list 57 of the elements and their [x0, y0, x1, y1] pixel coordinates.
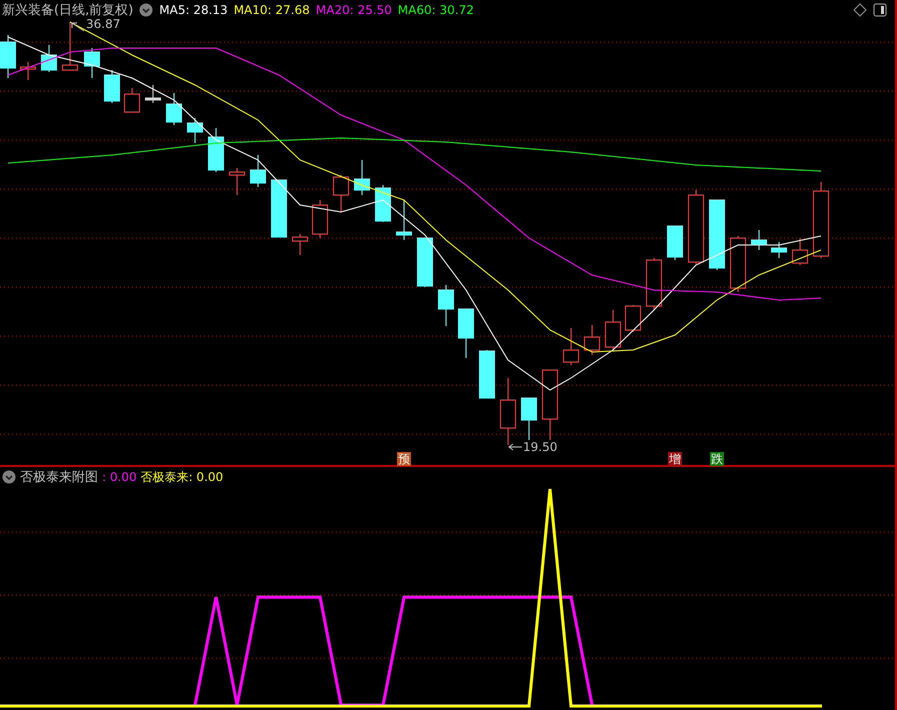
candlestick	[500, 378, 516, 446]
candlestick	[375, 184, 391, 222]
dropdown-icon[interactable]	[139, 3, 154, 17]
pointer-arrow-icon	[72, 22, 84, 32]
signal-marker: 跌	[710, 452, 724, 466]
candlestick	[229, 168, 245, 196]
candlestick	[396, 200, 412, 240]
candlestick	[730, 236, 746, 292]
candlestick	[646, 258, 662, 310]
candlestick	[667, 226, 683, 260]
candlestick	[166, 92, 182, 126]
candlestick	[84, 48, 100, 78]
moving-average-value: MA5: 28.13	[159, 3, 228, 17]
candlestick	[312, 200, 328, 238]
signal-marker: 增	[668, 452, 682, 466]
candlestick	[521, 398, 537, 440]
stock-title: 新兴装备(日线,前复权)	[2, 2, 134, 19]
pointer-arrow-icon	[508, 444, 522, 450]
candlestick	[20, 62, 36, 80]
candlestick	[292, 234, 308, 256]
signal-marker: 预	[397, 452, 411, 466]
panel-toggle-icon[interactable]	[873, 3, 887, 17]
candlestick	[271, 180, 287, 238]
candlestick	[208, 128, 224, 172]
indicator-value: : 0.00	[102, 470, 137, 484]
dropdown-icon[interactable]	[2, 470, 16, 484]
candlestick	[584, 324, 600, 356]
candlestick	[438, 284, 454, 326]
diamond-icon[interactable]	[853, 3, 867, 17]
candlestick	[479, 350, 495, 398]
candlestick	[771, 242, 787, 258]
price-low-label: 19.50	[523, 440, 558, 454]
indicator-value: 否极泰来: 0.00	[140, 468, 224, 486]
candlestick	[0, 34, 16, 78]
moving-average-value: MA20: 25.50	[316, 3, 392, 17]
candlestick	[41, 44, 57, 72]
candlestick	[751, 230, 767, 250]
candlestick	[124, 88, 140, 112]
candlestick	[792, 238, 808, 266]
candlestick	[563, 328, 579, 366]
candlestick	[417, 238, 433, 288]
candlestick	[625, 304, 641, 332]
candlestick	[145, 84, 161, 104]
moving-average-value: MA10: 27.68	[234, 3, 310, 17]
candlestick	[354, 160, 370, 196]
candlestick	[250, 154, 266, 188]
candlestick	[104, 70, 120, 104]
price-high-label: 36.87	[86, 17, 120, 31]
moving-average-value: MA60: 30.72	[398, 3, 474, 17]
candlestick	[542, 370, 558, 440]
indicator-title: 否极泰来附图	[20, 469, 98, 486]
candlestick	[62, 22, 78, 70]
candlestick	[333, 174, 349, 212]
candlestick	[458, 308, 474, 358]
candlestick	[709, 200, 725, 270]
candlestick	[187, 118, 203, 144]
candlestick	[605, 310, 621, 350]
